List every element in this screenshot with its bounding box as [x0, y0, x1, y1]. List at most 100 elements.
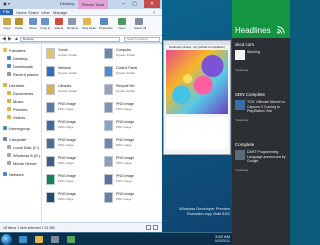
file-item[interactable]: PNG image PNG image	[103, 137, 157, 151]
system-tray[interactable]: 5:02 AM 9/15/2011	[200, 234, 230, 245]
nav-item[interactable]: Media Server	[7, 160, 37, 166]
ribbon-button-copy[interactable]: Copy	[2, 18, 12, 32]
nav-item-label: Downloads	[13, 63, 33, 69]
file-item[interactable]: PNG image PNG image	[45, 155, 99, 169]
nav-item-label: Videos	[13, 114, 26, 120]
search-input[interactable]: Search Desktop	[124, 37, 160, 42]
file-thumbnail-icon	[46, 156, 55, 167]
close-button[interactable]: ✕	[144, 0, 160, 8]
taskbar-app-button[interactable]	[32, 234, 46, 245]
nav-item[interactable]: Computer	[3, 136, 27, 142]
file-item[interactable]: PNG image PNG image	[45, 173, 99, 187]
ribbon-button-delete[interactable]: Delete	[54, 18, 64, 32]
file-type: PNG image	[58, 107, 74, 111]
file-type: System Folder	[58, 53, 78, 57]
nav-item[interactable]: Documents	[7, 90, 33, 96]
ribbon-button-select-all[interactable]: Select all	[134, 18, 146, 32]
start-button[interactable]	[1, 234, 12, 245]
nav-item[interactable]: Windows 8 (D:)	[7, 152, 40, 158]
forward-arrow-icon[interactable]: ▶	[8, 36, 12, 43]
file-item[interactable]: PNG image PNG image	[103, 119, 157, 133]
nav-item[interactable]: Desktop	[7, 55, 28, 61]
nav-item[interactable]: Homegroup	[3, 125, 30, 131]
ribbon-button-move[interactable]: Move	[28, 18, 38, 32]
up-arrow-icon[interactable]: ▲	[14, 36, 19, 43]
nav-item-label: Music	[13, 98, 24, 104]
file-type: PNG image	[116, 143, 132, 147]
tab-home[interactable]: Home	[16, 10, 27, 15]
path-field[interactable]: Desktop	[20, 37, 120, 42]
file-item[interactable]: Yonah System Folder	[45, 47, 99, 61]
headline-source[interactable]: Complete	[235, 142, 254, 147]
file-item[interactable]: PNG image PNG image	[45, 119, 99, 133]
ribbon-button-open[interactable]: Open	[117, 18, 127, 32]
watermark-title: Windows Developer Preview	[179, 206, 230, 211]
file-item[interactable]: Computer System Folder	[103, 47, 157, 61]
nav-item[interactable]: Local Disk (C:)	[7, 144, 39, 150]
file-item[interactable]: PNG image PNG image	[103, 155, 157, 169]
taskbar-app-button[interactable]	[64, 234, 78, 245]
nav-item[interactable]: Favorites	[3, 47, 25, 53]
quick-access-toolbar[interactable]: ▣ ▾	[3, 1, 10, 6]
file-type: PNG image	[116, 125, 132, 129]
nav-item[interactable]: Network	[3, 171, 24, 177]
album-art-image[interactable]	[166, 50, 228, 114]
headline-item[interactable]: Working Yesterday	[232, 50, 290, 72]
headlines-app: Headlines xkcd.com Working Yesterday SDN Co…	[232, 0, 290, 245]
file-list: Yonah System Folder Computer System Folder N…	[42, 44, 162, 222]
file-item[interactable]: PNG image PNG image	[103, 191, 157, 205]
file-item[interactable]: Control Panel System Folder	[103, 65, 157, 79]
file-item[interactable]: PNG image PNG image	[45, 191, 99, 205]
file-item[interactable]: Libraries System Folder	[45, 83, 99, 97]
tab-view[interactable]: View	[41, 10, 50, 15]
headline-item[interactable]: DART Programming Language announced by G…	[232, 150, 290, 172]
help-icon[interactable]: ?	[153, 10, 155, 15]
copy-to-icon	[41, 18, 49, 25]
ribbon-button-properties[interactable]: Properties	[99, 18, 113, 32]
folder-icon	[7, 145, 11, 149]
delete-icon	[55, 18, 63, 25]
headline-text: DART Programming Language announced by G…	[247, 150, 286, 163]
file-item[interactable]: PNG image PNG image	[45, 137, 99, 151]
nav-item-label: Recent places	[13, 71, 39, 77]
file-thumbnail-icon	[46, 174, 55, 185]
properties-icon	[100, 18, 108, 25]
ribbon-button-new-folder[interactable]: New folder	[82, 18, 96, 32]
nav-item[interactable]: Music	[7, 98, 23, 104]
nav-item[interactable]: Videos	[7, 114, 25, 120]
headline-source[interactable]: xkcd.com	[235, 42, 254, 47]
explorer-titlebar[interactable]: ▣ ▾ Desktop Picture Tools – ▢ ✕	[0, 0, 162, 9]
headline-timestamp: Yesterday	[235, 118, 249, 122]
nav-item[interactable]: Recent places	[7, 71, 38, 77]
ribbon: Copy Paste Move Copy to Delete Rename Ne…	[0, 16, 162, 36]
rename-icon	[68, 18, 76, 25]
file-item[interactable]: PNG image PNG image	[45, 101, 99, 115]
picture-tools-tab[interactable]: Picture Tools	[78, 0, 108, 9]
taskbar-app-button[interactable]	[48, 234, 62, 245]
nav-item[interactable]: Libraries	[3, 82, 24, 88]
file-item[interactable]: Recycle Bin System Folder	[103, 83, 157, 97]
file-type: PNG image	[116, 179, 132, 183]
nav-item[interactable]: Pictures	[7, 106, 27, 112]
tab-share[interactable]: Share	[28, 10, 39, 15]
headline-source[interactable]: SDN Complete	[235, 92, 265, 97]
file-item[interactable]: PNG image PNG image	[103, 173, 157, 187]
ribbon-button-rename[interactable]: Rename	[67, 18, 78, 32]
file-name: PNG image	[58, 192, 77, 196]
file-name: Libraries	[58, 84, 72, 88]
file-item[interactable]: PNG image PNG image	[103, 101, 157, 115]
tab-file[interactable]: File	[0, 9, 13, 15]
headline-text: Working	[247, 50, 260, 54]
minimize-button[interactable]: –	[118, 0, 129, 8]
file-thumbnail-icon	[46, 192, 55, 203]
ribbon-button-paste[interactable]: Paste	[14, 18, 24, 32]
file-item[interactable]: Network System Folder	[45, 65, 99, 79]
maximize-button[interactable]: ▢	[129, 0, 140, 8]
headline-item[interactable]: TGS: Ultimate Marvel vs. Capcom 3 Coming…	[232, 100, 290, 122]
back-arrow-icon[interactable]: ◀	[2, 36, 6, 43]
ribbon-button-copy-to[interactable]: Copy to	[40, 18, 50, 32]
nav-item[interactable]: Downloads	[7, 63, 33, 69]
tab-manage[interactable]: Manage	[53, 10, 67, 15]
file-type: PNG image	[116, 197, 132, 201]
taskbar-app-button[interactable]	[16, 234, 30, 245]
